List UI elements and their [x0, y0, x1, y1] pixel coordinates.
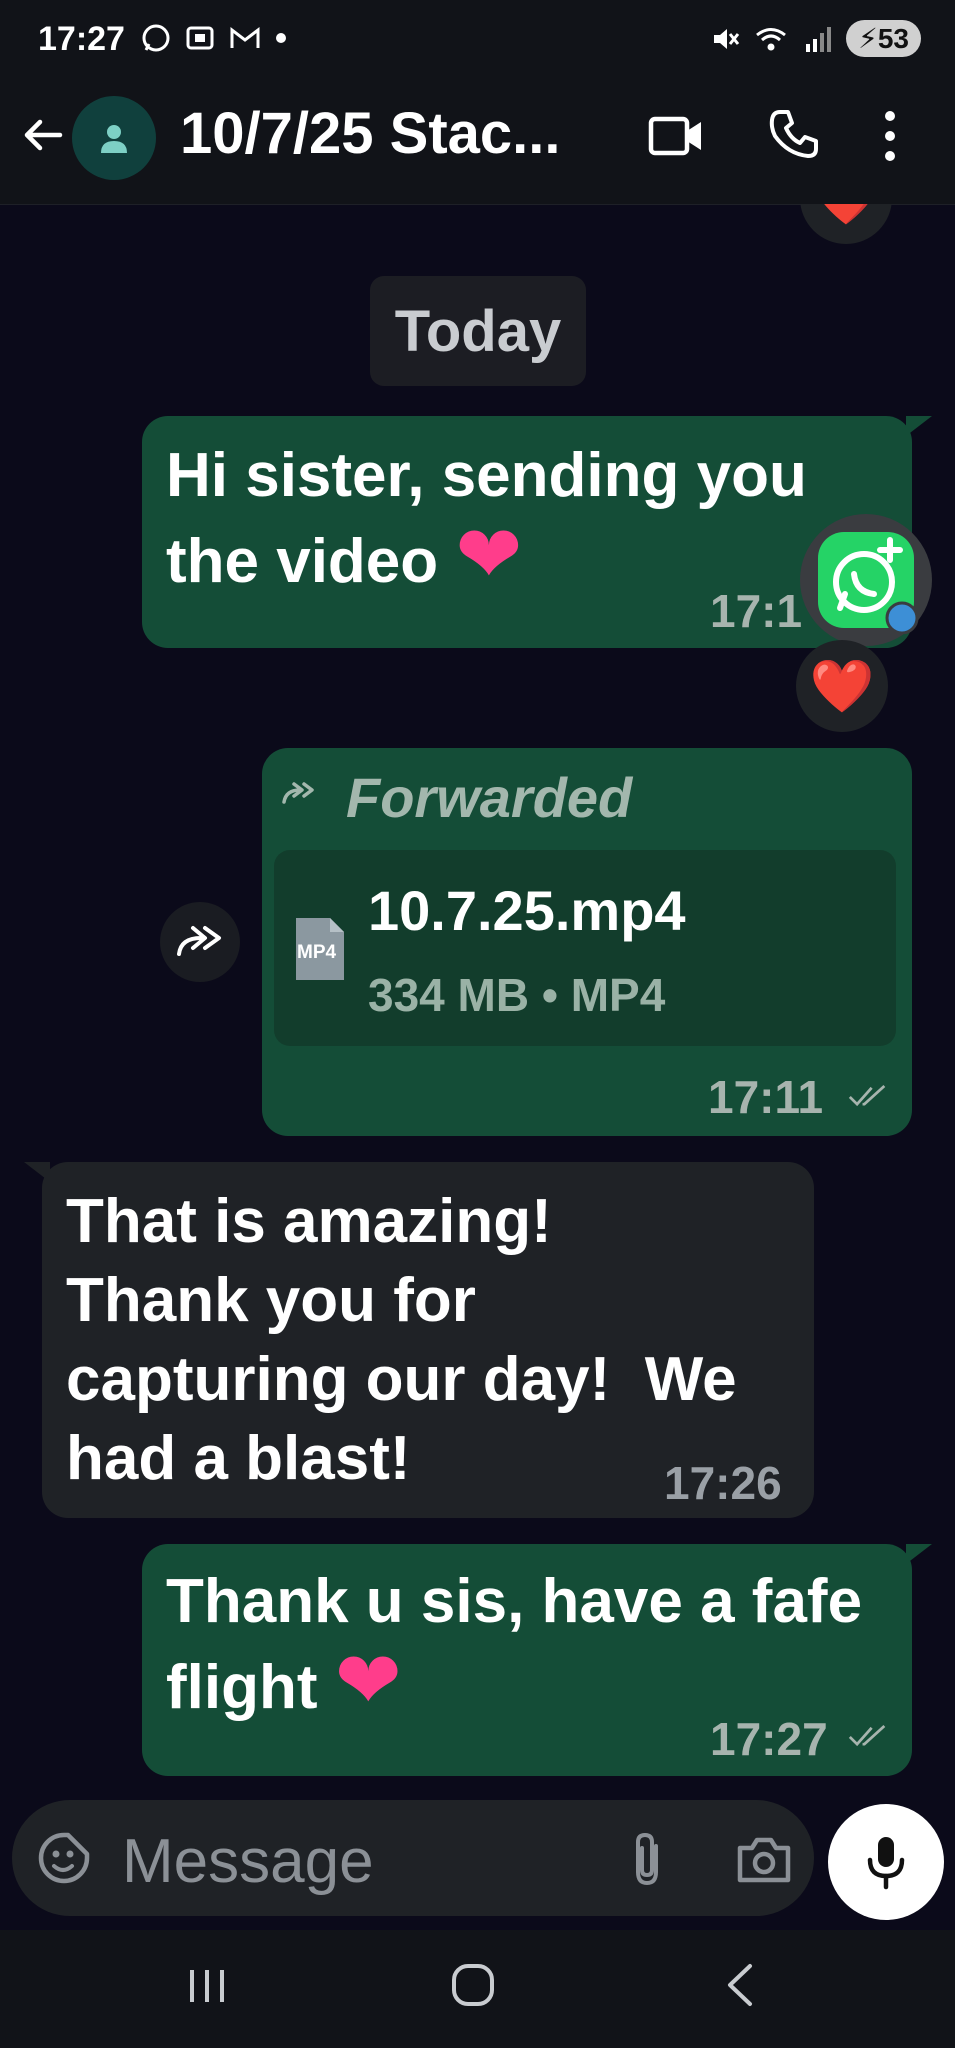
double-check-icon: [848, 1724, 886, 1747]
avatar[interactable]: [72, 96, 156, 180]
file-name: 10.7.25.mp4: [368, 879, 686, 942]
whatsapp-bubble-icon[interactable]: [800, 514, 932, 646]
microphone-icon: [867, 1837, 905, 1890]
reaction-badge[interactable]: ❤️: [796, 640, 888, 732]
bubble-tail: [906, 1544, 932, 1564]
person-icon: [101, 125, 127, 153]
status-time: 17:27: [38, 20, 125, 58]
file-type-badge: MP4: [297, 942, 337, 963]
gmail-icon: [230, 26, 260, 48]
dot-icon: [276, 33, 286, 43]
status-notification-icons: [140, 22, 288, 54]
screenshot-icon: [186, 26, 214, 50]
mute-icon: [714, 28, 740, 49]
forward-arrow-icon: [177, 926, 221, 956]
forward-button[interactable]: [160, 902, 240, 982]
sticker-icon[interactable]: [36, 1830, 92, 1886]
message-time: 17:26: [664, 1457, 782, 1509]
date-separator: Today: [370, 276, 586, 386]
status-right-icons: ⚡53: [710, 20, 921, 57]
double-check-icon: [848, 1084, 886, 1107]
file-meta: 334 MB • MP4: [368, 969, 666, 1021]
video-call-icon[interactable]: [648, 114, 704, 158]
whatsapp-icon: [142, 24, 170, 52]
back-arrow-icon[interactable]: [18, 110, 68, 160]
message-text: That is amazing! Thank you for capturing…: [66, 1187, 737, 1493]
more-options-icon[interactable]: [880, 108, 900, 164]
attach-icon[interactable]: [626, 1830, 668, 1888]
phone-icon[interactable]: [768, 108, 820, 160]
message-input[interactable]: Message: [122, 1826, 374, 1897]
message-text: Hi sister, sending you the video ❤: [166, 441, 807, 599]
message-time: 17:27: [710, 1713, 828, 1765]
message-time: 17:1: [710, 585, 803, 637]
battery-indicator: ⚡53: [846, 20, 921, 57]
bubble-tail: [24, 1162, 50, 1182]
message-text: Thank u sis, have a fafe flight ❤: [166, 1567, 863, 1725]
battery-level: 53: [877, 23, 909, 54]
heart-emoji: ❤: [455, 510, 523, 599]
wifi-icon: [756, 27, 787, 50]
message-time: 17:11: [708, 1071, 824, 1123]
nav-back-icon[interactable]: [724, 1962, 754, 2008]
bubble-tail: [906, 416, 932, 436]
home-icon[interactable]: [450, 1962, 496, 2008]
recent-apps-icon[interactable]: [186, 1966, 228, 2006]
heart-emoji: ❤: [334, 1636, 402, 1725]
forwarded-icon: [282, 782, 314, 804]
mic-button[interactable]: [828, 1804, 944, 1920]
forwarded-label: Forwarded: [346, 766, 633, 829]
camera-icon[interactable]: [736, 1834, 792, 1884]
whatsapp-plus-icon: [818, 532, 919, 634]
chat-title[interactable]: 10/7/25 Stac...: [180, 100, 560, 167]
signal-icon: [806, 26, 832, 52]
